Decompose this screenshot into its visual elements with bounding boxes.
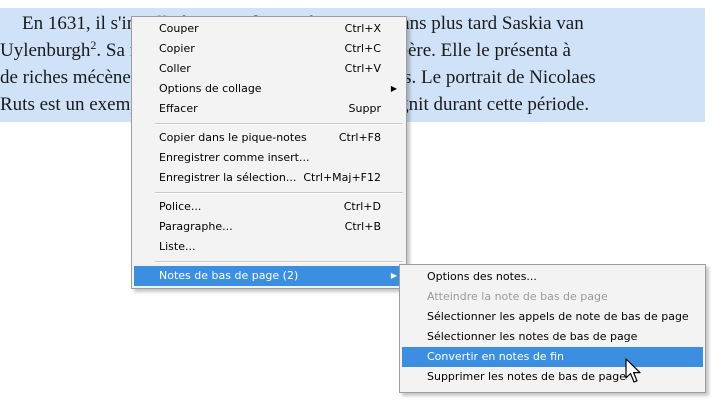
menu-item-shortcut: Ctrl+F8 <box>338 131 381 144</box>
menu-item-list[interactable]: Liste... <box>134 237 404 257</box>
submenu-arrow-icon: ▶ <box>390 271 397 280</box>
menu-item-shortcut: Ctrl+D <box>343 200 381 213</box>
mouse-pointer-icon <box>625 358 641 383</box>
menu-item-shortcut: Ctrl+C <box>344 42 381 55</box>
footnotes-submenu: Options des notes... Atteindre la note d… <box>399 264 706 393</box>
menu-item-label: Copier <box>159 42 195 55</box>
menu-item-label: Liste... <box>159 240 196 253</box>
submenu-item-select-footnote-refs[interactable]: Sélectionner les appels de note de bas d… <box>402 307 703 327</box>
menu-item-label: Effacer <box>159 102 198 115</box>
menu-item-shortcut: Suppr <box>348 102 381 115</box>
menu-separator <box>155 261 403 263</box>
menu-item-shortcut: Ctrl+Maj+F12 <box>303 171 381 184</box>
menu-item-delete[interactable]: Effacer Suppr <box>134 99 404 119</box>
menu-item-label: Atteindre la note de bas de page <box>427 290 608 303</box>
submenu-item-delete-footnotes[interactable]: Supprimer les notes de bas de page <box>402 367 703 387</box>
menu-item-label: Coller <box>159 62 191 75</box>
menu-item-label: Enregistrer comme insert... <box>159 151 310 164</box>
menu-item-label: Supprimer les notes de bas de page <box>427 370 626 383</box>
menu-item-label: Convertir en notes de fin <box>427 350 564 363</box>
menu-item-copy-to-clipboard-notes[interactable]: Copier dans le pique-notes Ctrl+F8 <box>134 128 404 148</box>
menu-item-footnotes[interactable]: Notes de bas de page (2) ▶ <box>134 266 404 286</box>
menu-item-label: Options de collage <box>159 82 262 95</box>
menu-item-label: Enregistrer la sélection... <box>159 171 297 184</box>
paragraph-line-2-start: Uylenburgh <box>0 40 91 61</box>
submenu-item-go-to-footnote: Atteindre la note de bas de page <box>402 287 703 307</box>
menu-item-font[interactable]: Police... Ctrl+D <box>134 197 404 217</box>
menu-item-cut[interactable]: Couper Ctrl+X <box>134 19 404 39</box>
menu-item-shortcut: Ctrl+X <box>344 22 381 35</box>
menu-item-label: Paragraphe... <box>159 220 233 233</box>
submenu-item-select-footnotes[interactable]: Sélectionner les notes de bas de page <box>402 327 703 347</box>
menu-item-label: Options des notes... <box>427 270 537 283</box>
menu-separator <box>155 192 403 194</box>
menu-item-label: Sélectionner les appels de note de bas d… <box>427 310 689 323</box>
menu-item-label: Notes de bas de page (2) <box>159 269 299 282</box>
menu-item-save-selection[interactable]: Enregistrer la sélection... Ctrl+Maj+F12 <box>134 168 404 188</box>
submenu-item-convert-to-endnotes[interactable]: Convertir en notes de fin <box>402 347 703 367</box>
submenu-arrow-icon: ▶ <box>390 84 397 93</box>
menu-item-paste[interactable]: Coller Ctrl+V <box>134 59 404 79</box>
context-menu: Couper Ctrl+X Copier Ctrl+C Coller Ctrl+… <box>131 16 407 289</box>
menu-item-label: Copier dans le pique-notes <box>159 131 307 144</box>
submenu-item-note-options[interactable]: Options des notes... <box>402 267 703 287</box>
menu-item-label: Sélectionner les notes de bas de page <box>427 330 638 343</box>
menu-item-copy[interactable]: Copier Ctrl+C <box>134 39 404 59</box>
menu-separator <box>155 123 403 125</box>
menu-item-save-as-insert[interactable]: Enregistrer comme insert... <box>134 148 404 168</box>
menu-item-shortcut: Ctrl+V <box>344 62 381 75</box>
menu-item-shortcut: Ctrl+B <box>344 220 381 233</box>
menu-item-paste-options[interactable]: Options de collage ▶ <box>134 79 404 99</box>
menu-item-label: Couper <box>159 22 199 35</box>
menu-item-label: Police... <box>159 200 202 213</box>
menu-item-paragraph[interactable]: Paragraphe... Ctrl+B <box>134 217 404 237</box>
